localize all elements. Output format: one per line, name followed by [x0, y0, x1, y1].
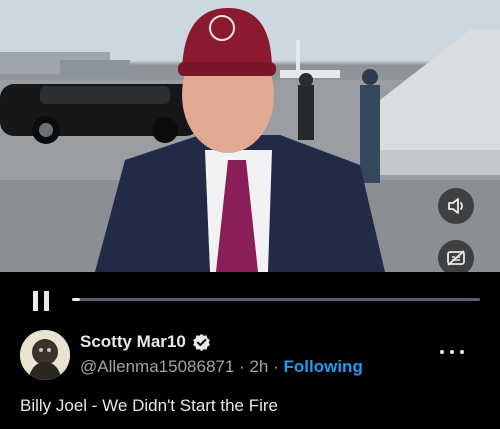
pause-icon-bar	[44, 291, 49, 311]
pause-button[interactable]	[33, 291, 51, 311]
following-button[interactable]: Following	[284, 357, 363, 376]
video-progress-bar[interactable]	[72, 298, 480, 301]
pause-icon-bar	[33, 291, 38, 311]
display-name[interactable]: Scotty Mar10	[80, 332, 186, 352]
video-controls	[0, 272, 500, 322]
more-options-button[interactable]	[440, 342, 464, 362]
captions-off-icon	[447, 250, 465, 266]
avatar-image	[20, 330, 70, 380]
volume-icon	[448, 198, 463, 214]
more-options-icon-dot	[440, 350, 444, 354]
more-options-icon-dot	[450, 350, 454, 354]
captions-button[interactable]	[438, 240, 474, 272]
post-caption: Billy Joel - We Didn't Start the Fire	[20, 396, 279, 415]
video-progress-fill	[72, 298, 81, 301]
more-options-icon-dot	[460, 350, 464, 354]
volume-button[interactable]	[438, 188, 474, 224]
user-handle[interactable]: @Allenma15086871	[80, 357, 234, 376]
verified-badge-icon	[192, 333, 210, 351]
post-time[interactable]: 2h	[249, 357, 268, 376]
separator: ·	[273, 357, 279, 376]
display-name-row[interactable]: Scotty Mar10	[80, 332, 211, 352]
video-player[interactable]	[0, 0, 500, 272]
separator: ·	[239, 357, 245, 376]
handle-row: @Allenma15086871 · 2h · Following	[80, 357, 363, 377]
video-frame	[0, 0, 500, 272]
avatar[interactable]	[20, 330, 70, 380]
